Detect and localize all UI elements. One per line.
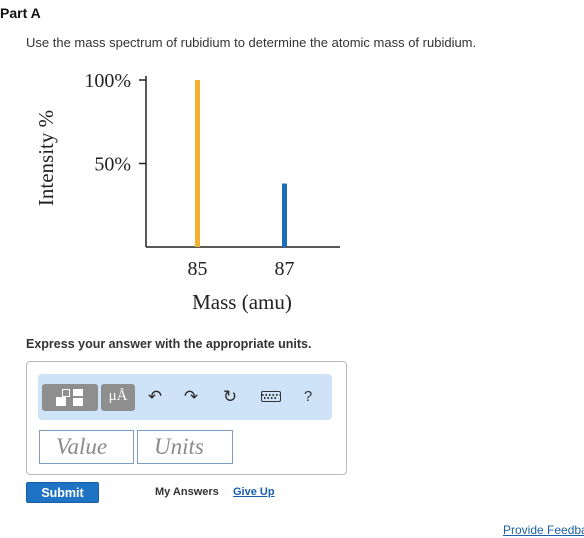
keyboard-icon[interactable]: [261, 391, 281, 402]
y-tick-label: 100%: [84, 70, 131, 92]
x-axis-label: Mass (amu): [192, 290, 292, 314]
template-icon: [56, 389, 84, 406]
x-tick-label: 85: [188, 258, 208, 280]
help-button[interactable]: ?: [298, 386, 318, 408]
units-glyph: μÅ: [108, 388, 128, 404]
redo-icon[interactable]: ↷: [180, 386, 202, 408]
undo-icon[interactable]: ↶: [144, 386, 166, 408]
value-input[interactable]: [39, 430, 134, 464]
submit-button[interactable]: Submit: [26, 482, 99, 503]
spectrum-bar: [195, 80, 200, 247]
give-up-link[interactable]: Give Up: [233, 486, 275, 498]
answer-box: μÅ ↶ ↷ ↻ ?: [26, 361, 347, 475]
mass-spectrum-chart: Intensity % 100% 50% 85 87 Mass (amu): [34, 70, 340, 314]
units-button[interactable]: μÅ: [101, 384, 135, 411]
spectrum-bar: [282, 183, 287, 247]
my-answers-label: My Answers: [155, 486, 219, 498]
template-button[interactable]: [42, 384, 98, 411]
math-toolbar: μÅ ↶ ↷ ↻ ?: [38, 374, 332, 420]
reset-icon[interactable]: ↻: [219, 386, 241, 408]
question-text: Use the mass spectrum of rubidium to det…: [26, 35, 477, 50]
y-axis-label: Intensity %: [34, 110, 58, 206]
units-input[interactable]: [137, 430, 233, 464]
x-tick-label: 87: [275, 258, 295, 280]
part-title: Part A: [0, 5, 41, 21]
express-instruction: Express your answer with the appropriate…: [26, 337, 312, 351]
provide-feedback-link[interactable]: Provide Feedback: [503, 523, 584, 537]
y-tick-label: 50%: [94, 154, 131, 176]
